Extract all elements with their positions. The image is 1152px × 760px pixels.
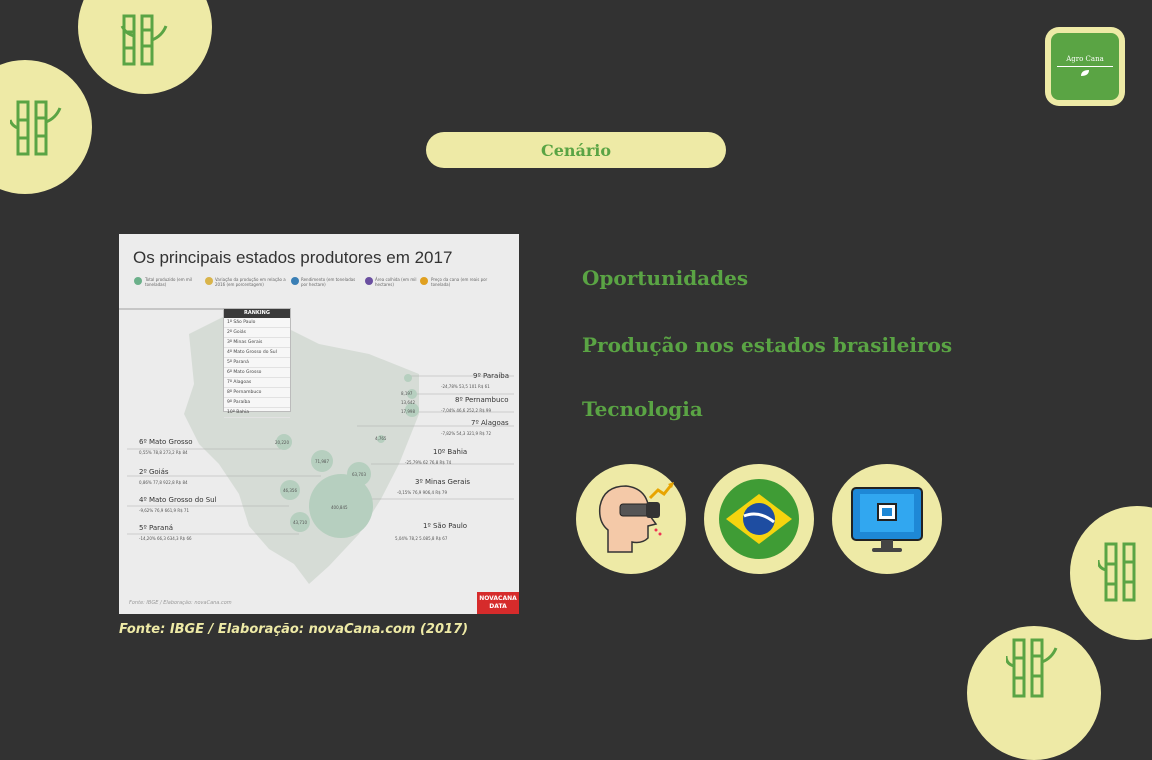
bubble-value: 13,642: [401, 400, 415, 405]
novacana-brand-line1: NOVACANA: [479, 595, 517, 602]
bamboo-icon: [1006, 638, 1058, 698]
bubble-value: 400,845: [331, 505, 348, 510]
menu-item-producao[interactable]: Produção nos estados brasileiros: [582, 333, 952, 357]
bamboo-icon: [120, 14, 168, 66]
state-label: 7º Alagoas: [471, 419, 509, 427]
binoculars-head-button[interactable]: [576, 464, 686, 574]
menu-item-tecnologia[interactable]: Tecnologia: [582, 397, 703, 421]
state-stats: -14,20% 66,3 634,3 R$ 66: [139, 536, 192, 541]
state-stats: -0,15% 76,9 906,4 R$ 79: [397, 490, 448, 495]
logo-divider: [1057, 66, 1113, 67]
computer-button[interactable]: [832, 464, 942, 574]
menu-item-oportunidades[interactable]: Oportunidades: [582, 266, 748, 290]
state-label: 5º Paraná: [139, 524, 174, 532]
production-infographic: Os principais estados produtores em 2017…: [119, 234, 519, 614]
state-label: 10º Bahia: [433, 448, 468, 456]
legend-label: Preço da cana (em reais por tonelada): [431, 277, 488, 287]
ranking-row: 5º Paraná: [224, 358, 290, 368]
state-stats: -7,82% 54,3 321,9 R$ 72: [441, 431, 492, 436]
brazil-flag-button[interactable]: [704, 464, 814, 574]
source-caption: Fonte: IBGE / Elaboração: novaCana.com (…: [119, 622, 469, 637]
bubble-value: 4,765: [375, 436, 387, 441]
ranking-row: 2º Goiás: [224, 328, 290, 338]
legend-label: Área colhida (em mil hectares): [375, 277, 417, 287]
state-stats: -24,78% 53,5 101 R$ 61: [441, 384, 490, 389]
section-title: Cenário: [540, 140, 612, 160]
ranking-row: 4º Mato Grosso do Sul: [224, 348, 290, 358]
leaf-icon: [1081, 70, 1089, 76]
logo-text: Agro Cana: [1066, 55, 1104, 63]
state-stats: -25,79% 62 76,8 R$ 74: [405, 460, 452, 465]
bubble-value: 71,987: [315, 459, 329, 464]
section-title-pill: Cenário: [426, 132, 726, 168]
ranking-row: 3º Minas Gerais: [224, 338, 290, 348]
state-label: 1º São Paulo: [423, 522, 468, 530]
legend-label: Rendimento (em toneladas por hectare): [301, 277, 356, 287]
bubble-value: 63,703: [352, 472, 366, 477]
logo-inner: Agro Cana: [1051, 33, 1119, 100]
ranking-row: 10º Bahia: [224, 408, 290, 418]
bamboo-icon: [1098, 542, 1136, 602]
state-stats: 0,55% 78,8 273,2 R$ 84: [139, 450, 188, 455]
legend-label: Variação da produção em relação a 2016 (…: [215, 277, 286, 287]
bubble-value: 8,197: [401, 391, 413, 396]
binoculars-head-icon: [598, 482, 674, 553]
bubble-value: 43,710: [293, 520, 307, 525]
state-stats: -9,62% 76,9 661,9 R$ 71: [139, 508, 190, 513]
state-stats: 0,86% 77,8 922,8 R$ 84: [139, 480, 188, 485]
ranking-row: 1º São Paulo: [224, 318, 290, 328]
state-stats: 5,04% 78,2 5.085,8 R$ 67: [395, 536, 448, 541]
bubble-value: 17,998: [401, 409, 415, 414]
bubble-value: 46,356: [283, 488, 297, 493]
state-stats: -7,04% 46,6 252,2 R$ 99: [441, 408, 492, 413]
state-label: 2º Goiás: [139, 468, 169, 476]
state-label: 6º Mato Grosso: [139, 438, 193, 446]
state-label: 9º Paraíba: [473, 372, 510, 380]
computer-monitor-icon: [851, 487, 923, 552]
infographic-footer: Fonte: IBGE / Elaboração: novaCana.com: [129, 600, 232, 606]
bamboo-icon: [10, 100, 62, 156]
legend-label: Total produzido (em mil toneladas): [145, 277, 193, 287]
ranking-row: 9º Paraíba: [224, 398, 290, 408]
state-label: 3º Minas Gerais: [415, 478, 471, 486]
ranking-row: 8º Pernambuco: [224, 388, 290, 398]
ranking-row: 6º Mato Grosso: [224, 368, 290, 378]
brazil-flag-icon: [719, 479, 799, 559]
novacana-logo: NOVACANA DATA: [477, 592, 519, 614]
infographic-title: Os principais estados produtores em 2017: [133, 248, 453, 267]
state-label: 4º Mato Grosso do Sul: [139, 496, 217, 504]
ranking-table: RANKING 1º São Paulo 2º Goiás 3º Minas G…: [223, 308, 291, 418]
state-label: 8º Pernambuco: [455, 396, 509, 404]
ranking-row: 7º Alagoas: [224, 378, 290, 388]
novacana-brand-line2: DATA: [489, 603, 507, 610]
agro-cana-logo[interactable]: Agro Cana: [1045, 27, 1125, 106]
ranking-title: RANKING: [224, 309, 290, 318]
bubble-value: 20,220: [275, 440, 289, 445]
